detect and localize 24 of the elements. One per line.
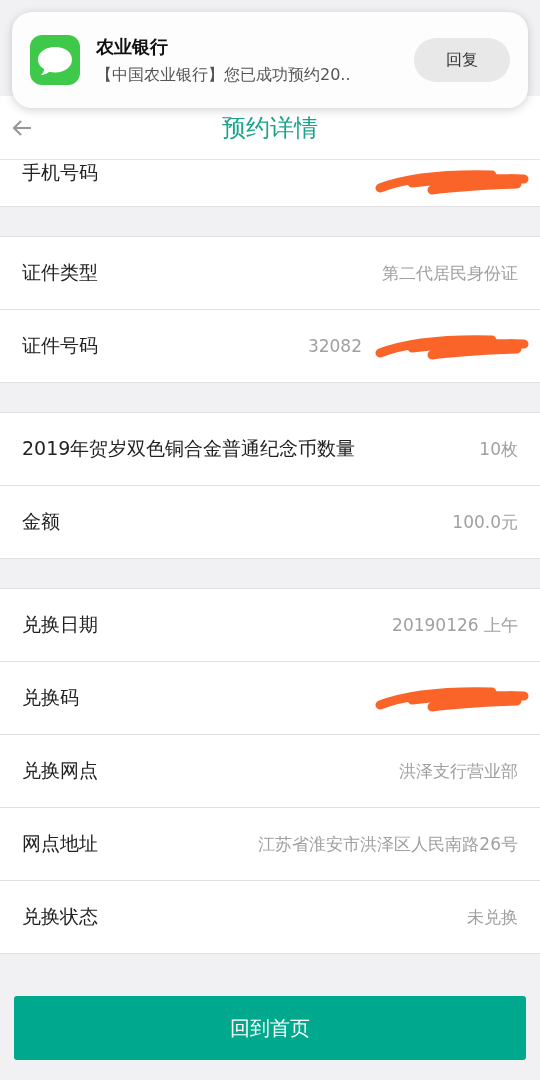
row-label: 2019年贺岁双色铜合金普通纪念币数量 — [22, 436, 356, 461]
reply-button[interactable]: 回复 — [414, 38, 510, 82]
row-value: 第二代居民身份证 — [382, 261, 518, 285]
row-label: 证件类型 — [22, 260, 98, 285]
row-label: 金额 — [22, 509, 60, 534]
row-value: 100.0元 — [452, 510, 518, 534]
row-value: 未兑换 — [467, 905, 518, 929]
notification-card[interactable]: 农业银行 【中国农业银行】您已成功预约20.. 回复 — [12, 12, 528, 108]
message-bubble-icon — [30, 35, 80, 85]
row-label: 兑换网点 — [22, 758, 98, 783]
row-label: 兑换码 — [22, 685, 79, 710]
row-value: 10枚 — [479, 437, 518, 461]
row-label: 手机号码 — [22, 160, 98, 185]
row-value: 洪泽支行营业部 — [399, 759, 518, 783]
row-value: 20190126 上午 — [392, 613, 518, 637]
row-label: 证件号码 — [22, 333, 98, 358]
row-label: 兑换日期 — [22, 612, 98, 637]
row-value: 江苏省淮安市洪泽区人民南路26号 — [258, 832, 518, 856]
row-value: 32082 — [307, 336, 362, 356]
notification-message: 【中国农业银行】您已成功预约20.. — [96, 64, 352, 86]
notification-sender: 农业银行 — [96, 34, 169, 59]
row-label: 网点地址 — [22, 831, 98, 856]
row-label: 兑换状态 — [22, 904, 98, 929]
page-title: 预约详情 — [222, 112, 318, 144]
